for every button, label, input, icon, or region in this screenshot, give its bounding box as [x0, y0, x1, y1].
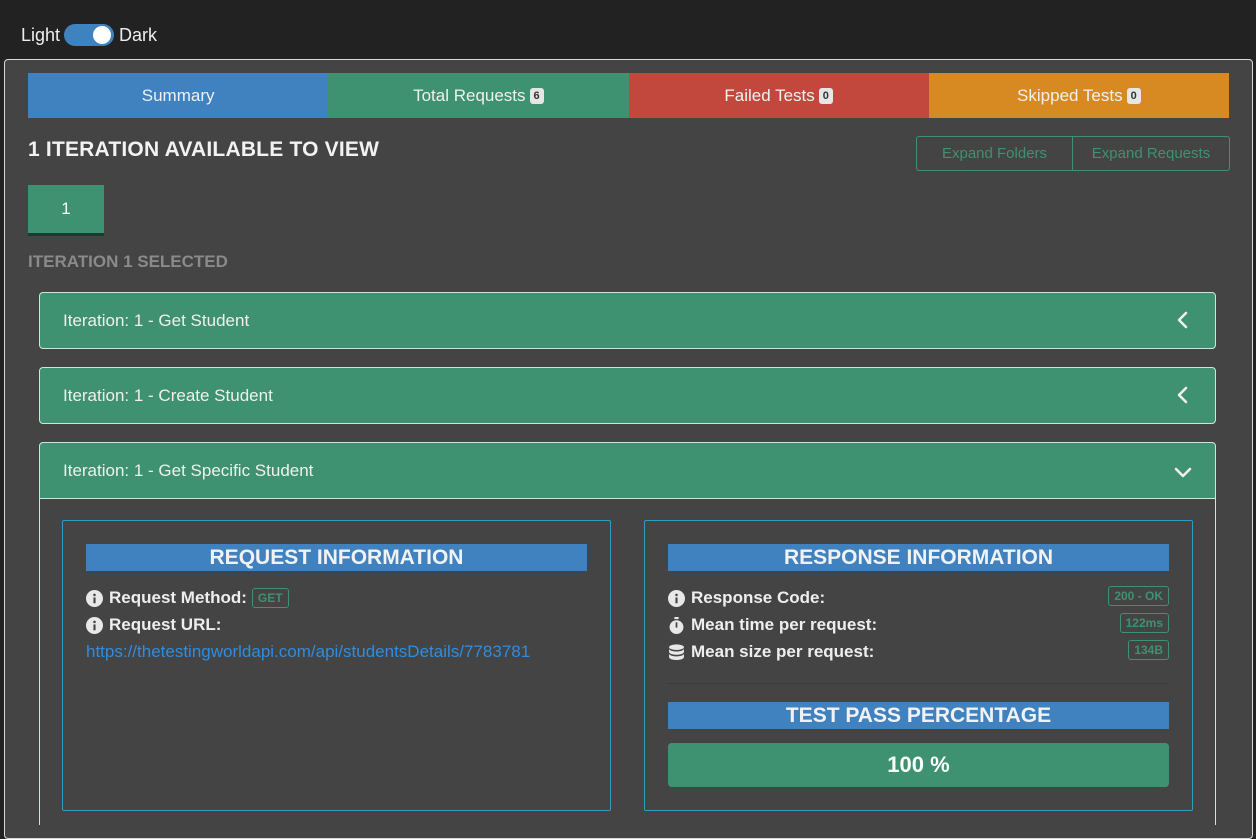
request-method-row: Request Method: GET	[86, 588, 289, 608]
theme-switch[interactable]	[64, 24, 115, 46]
test-pass-progress-bar: 100 %	[668, 743, 1169, 787]
response-code-row: Response Code:	[668, 588, 825, 608]
chevron-down-icon	[1174, 467, 1192, 478]
info-circle-icon	[86, 616, 103, 634]
chevron-left-icon	[1177, 311, 1188, 329]
mean-time-badge: 122ms	[1119, 613, 1169, 633]
request-url-link[interactable]: https://thetestingworldapi.com/api/stude…	[86, 642, 530, 662]
request-accordion-create-student[interactable]: Iteration: 1 - Create Student	[39, 367, 1216, 424]
theme-switch-knob	[93, 26, 112, 44]
mean-size-badge: 134B	[1128, 640, 1169, 660]
request-url-row: Request URL:	[86, 615, 221, 635]
stopwatch-icon	[669, 616, 684, 634]
mean-size-label: Mean size per request:	[691, 642, 875, 661]
request-information-panel: REQUEST INFORMATION Request Method: GET …	[62, 520, 611, 811]
mean-time-row: Mean time per request:	[668, 615, 877, 635]
response-code-badge: 200 - OK	[1108, 586, 1169, 606]
request-url-label: Request URL:	[109, 615, 222, 634]
info-circle-icon	[86, 589, 103, 607]
request-accordion-title: Iteration: 1 - Get Specific Student	[63, 460, 314, 480]
theme-light-label: Light	[21, 24, 61, 45]
request-accordion-get-specific-student[interactable]: Iteration: 1 - Get Specific Student	[39, 442, 1216, 499]
theme-toggle: Light Dark	[21, 24, 157, 46]
mean-size-row: Mean size per request:	[668, 642, 874, 662]
request-accordion-title: Iteration: 1 - Create Student	[63, 385, 273, 405]
request-method-label: Request Method:	[109, 588, 247, 607]
response-code-label: Response Code:	[691, 588, 826, 607]
test-pass-percentage-title: TEST PASS PERCENTAGE	[668, 702, 1169, 729]
request-accordion-title: Iteration: 1 - Get Student	[63, 310, 250, 330]
top-bar: Light Dark	[0, 0, 1256, 60]
response-information-title: RESPONSE INFORMATION	[668, 544, 1169, 571]
database-icon	[669, 643, 684, 660]
theme-dark-label: Dark	[119, 24, 158, 45]
request-accordion-get-student[interactable]: Iteration: 1 - Get Student	[39, 292, 1216, 349]
request-information-title: REQUEST INFORMATION	[86, 544, 587, 571]
response-divider	[668, 683, 1169, 684]
mean-time-label: Mean time per request:	[691, 615, 878, 634]
response-information-panel: RESPONSE INFORMATION Response Code: 200 …	[644, 520, 1193, 811]
request-method-badge: GET	[251, 588, 289, 608]
accordion-area: Iteration: 1 - Get Student Iteration: 1 …	[4, 59, 1253, 825]
test-pass-percentage-value: 100 %	[887, 752, 950, 777]
info-circle-icon	[668, 589, 685, 607]
chevron-left-icon	[1177, 386, 1188, 404]
